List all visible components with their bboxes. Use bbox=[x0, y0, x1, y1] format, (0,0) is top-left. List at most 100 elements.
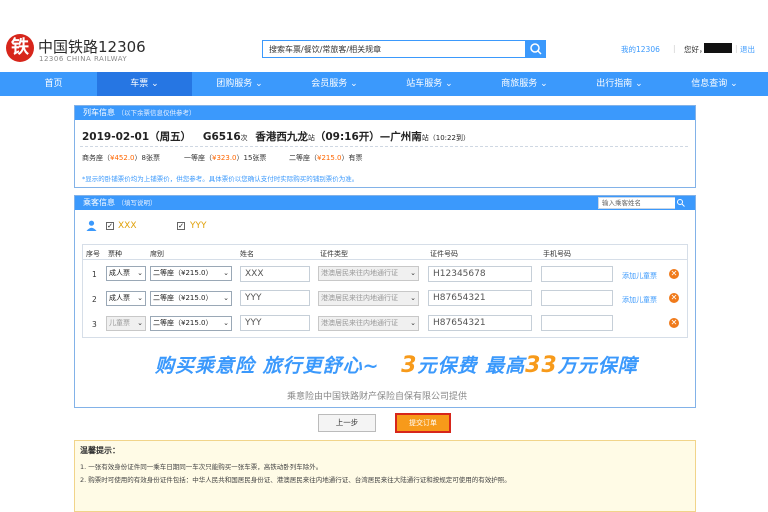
site-logo-subtitle: 12306 CHINA RAILWAY bbox=[39, 55, 128, 63]
passenger-search-input[interactable] bbox=[599, 198, 685, 208]
seat-price: ¥323.0 bbox=[212, 154, 237, 162]
passenger-search-box bbox=[598, 197, 686, 209]
train-route-line: 2019-02-01（周五） G6516次 香港西九龙站（09:16开）—广州南… bbox=[82, 129, 470, 144]
col-header-phone: 手机号码 bbox=[543, 250, 571, 258]
passenger-name-input[interactable]: YYY bbox=[240, 290, 310, 306]
nav-station-service[interactable]: 站车服务 ⌄ bbox=[382, 72, 477, 96]
nav-member-service[interactable]: 会员服务 ⌄ bbox=[287, 72, 382, 96]
passenger-name-input[interactable]: XXX bbox=[240, 266, 310, 282]
seat-name: 商务座（ bbox=[82, 154, 110, 162]
col-header-no: 序号 bbox=[86, 250, 100, 258]
col-header-ticket-type: 票种 bbox=[108, 250, 122, 258]
seat-remaining: ）8张票 bbox=[134, 154, 160, 162]
from-station: 香港西九龙 bbox=[255, 131, 308, 143]
site-search-input[interactable] bbox=[263, 41, 525, 57]
col-header-name: 姓名 bbox=[240, 250, 254, 258]
banner-number-2: 33 bbox=[525, 353, 558, 378]
seat-select[interactable]: 二等座（¥215.0） ⌄ bbox=[150, 316, 232, 331]
logout-link[interactable]: 退出 bbox=[740, 44, 755, 55]
id-number-input[interactable]: H87654321 bbox=[428, 290, 532, 306]
id-type-select[interactable]: 港澳居民来往内地通行证 ⌄ bbox=[318, 316, 419, 331]
user-icon bbox=[86, 220, 97, 233]
travel-date: 2019-02-01（周五） bbox=[82, 131, 192, 143]
train-info-header: 列车信息 （以下余票信息仅供参考） bbox=[75, 106, 695, 120]
phone-input[interactable] bbox=[541, 315, 613, 331]
from-station-suffix: 站 bbox=[307, 134, 315, 142]
phone-input[interactable] bbox=[541, 266, 613, 282]
phone-input[interactable] bbox=[541, 290, 613, 306]
remove-passenger-icon[interactable]: ✕ bbox=[669, 269, 679, 279]
remove-passenger-icon[interactable]: ✕ bbox=[669, 318, 679, 328]
seat-name: 一等座（ bbox=[184, 154, 212, 162]
depart-time: （09:16开） bbox=[314, 131, 380, 143]
nav-business-service[interactable]: 商旅服务 ⌄ bbox=[477, 72, 572, 96]
passenger-name-input[interactable]: YYY bbox=[240, 315, 310, 331]
previous-step-button[interactable]: 上一步 bbox=[318, 414, 376, 432]
site-logo-title[interactable]: 中国铁路12306 bbox=[38, 36, 146, 57]
search-button[interactable] bbox=[526, 40, 546, 58]
chevron-down-icon: ⌄ bbox=[137, 269, 143, 277]
col-header-seat: 席别 bbox=[150, 250, 164, 258]
seat-select[interactable]: 二等座（¥215.0） ⌄ bbox=[150, 291, 232, 306]
banner-subtitle: 乘意险由中国铁路财产保险自保有限公司提供 bbox=[287, 392, 468, 402]
passenger-search-button[interactable] bbox=[675, 197, 687, 209]
id-type-select[interactable]: 港澳居民来往内地通行证 ⌄ bbox=[318, 266, 419, 281]
ticket-type-select[interactable]: 成人票 ⌄ bbox=[106, 266, 146, 281]
passenger-fill-instructions-link[interactable]: （填写说明） bbox=[118, 199, 157, 207]
id-type-select[interactable]: 港澳居民来往内地通行证 ⌄ bbox=[318, 291, 419, 306]
ticket-type-select[interactable]: 儿童票 ⌄ bbox=[106, 316, 146, 331]
search-icon bbox=[530, 43, 542, 55]
id-number-input[interactable]: H87654321 bbox=[428, 315, 532, 331]
nav-home[interactable]: 首页 bbox=[6, 72, 101, 96]
nav-info-query[interactable]: 信息查询 ⌄ bbox=[667, 72, 762, 96]
add-child-ticket-link[interactable]: 添加儿童票 bbox=[622, 271, 657, 281]
chevron-down-icon: ⌄ bbox=[223, 319, 229, 327]
nav-tickets[interactable]: 车票 ⌄ bbox=[97, 72, 192, 96]
nav-group-service[interactable]: 团购服务 ⌄ bbox=[192, 72, 287, 96]
seat-select[interactable]: 二等座（¥215.0） ⌄ bbox=[150, 266, 232, 281]
nav-travel-guide[interactable]: 出行指南 ⌄ bbox=[572, 72, 667, 96]
chevron-down-icon: ⌄ bbox=[410, 319, 416, 327]
my-account-link[interactable]: 我的12306 bbox=[621, 44, 660, 55]
chevron-down-icon: ⌄ bbox=[410, 294, 416, 302]
divider bbox=[83, 259, 687, 260]
row-number: 3 bbox=[92, 320, 97, 329]
railway-logo-icon[interactable]: 铁 bbox=[6, 34, 34, 62]
train-info-subtitle: （以下余票信息仅供参考） bbox=[117, 109, 196, 117]
banner-text-1: 购买乘意险 旅行更舒心~ bbox=[155, 355, 380, 377]
divider bbox=[80, 146, 688, 147]
train-number-suffix: 次 bbox=[240, 134, 248, 142]
tips-line: 1. 一张有效身份证件同一乘车日期同一车次只能购买一张车票，高铁动卧列车除外。 bbox=[80, 463, 323, 471]
seat-price: ¥452.0 bbox=[110, 154, 135, 162]
chevron-down-icon: ⌄ bbox=[137, 294, 143, 302]
redacted-username bbox=[704, 43, 732, 53]
contact-checkbox-xxx[interactable]: ✓ bbox=[106, 222, 114, 230]
contact-name-yyy[interactable]: YYY bbox=[190, 221, 207, 231]
banner-text-2: 元保费 最高 bbox=[417, 355, 526, 377]
chevron-down-icon: ⌄ bbox=[223, 269, 229, 277]
header-divider: | bbox=[673, 44, 676, 53]
contact-name-xxx[interactable]: XXX bbox=[118, 221, 137, 231]
insurance-banner[interactable]: 购买乘意险 旅行更舒心~ 3元保费 最高33万元保障 bbox=[155, 351, 638, 378]
ticket-type-select[interactable]: 成人票 ⌄ bbox=[106, 291, 146, 306]
chevron-down-icon: ⌄ bbox=[137, 319, 143, 327]
add-child-ticket-link[interactable]: 添加儿童票 bbox=[622, 295, 657, 305]
tips-title: 温馨提示： bbox=[80, 446, 120, 455]
to-station-suffix: 站 bbox=[421, 134, 429, 142]
contact-checkbox-yyy[interactable]: ✓ bbox=[177, 222, 185, 230]
seat-availability-first: 一等座（¥323.0）15张票 bbox=[184, 153, 266, 163]
chevron-down-icon: ⌄ bbox=[223, 294, 229, 302]
banner-number-1: 3 bbox=[401, 353, 418, 378]
id-number-input[interactable]: H12345678 bbox=[428, 266, 532, 282]
passenger-title: 乘客信息 bbox=[83, 198, 115, 207]
site-search-box bbox=[262, 40, 526, 58]
seat-name: 二等座（ bbox=[289, 154, 317, 162]
to-station: 广州南 bbox=[390, 131, 422, 143]
seat-remaining: ）15张票 bbox=[236, 154, 267, 162]
col-header-id-no: 证件号码 bbox=[430, 250, 458, 258]
row-number: 1 bbox=[92, 270, 97, 279]
submit-order-button[interactable]: 提交订单 bbox=[395, 413, 451, 433]
remove-passenger-icon[interactable]: ✕ bbox=[669, 293, 679, 303]
header-divider: | bbox=[735, 44, 738, 53]
train-number: G6516 bbox=[202, 131, 241, 143]
